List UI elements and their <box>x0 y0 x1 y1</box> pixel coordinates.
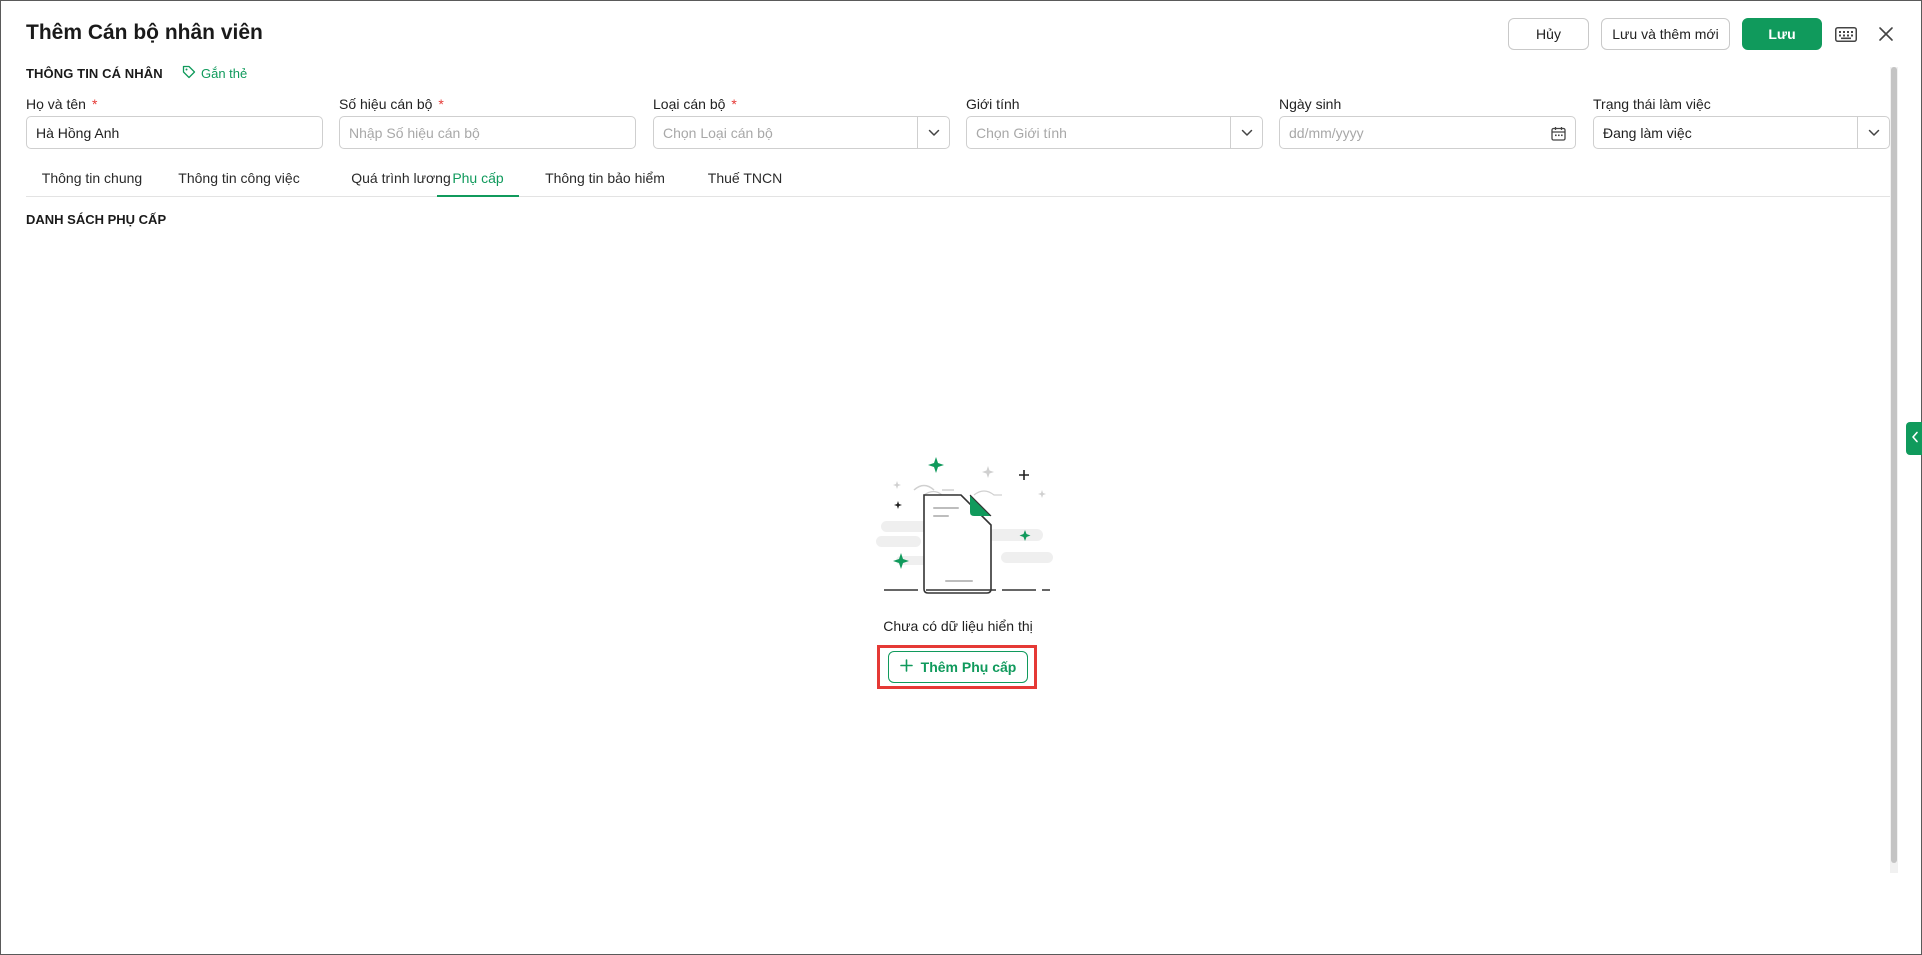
staff-code-input[interactable]: Nhập Số hiệu cán bộ <box>339 116 636 149</box>
allowance-list-title: DANH SÁCH PHỤ CẤP <box>26 212 167 227</box>
dialog-window: Thêm Cán bộ nhân viên Hủy Lưu và thêm mớ… <box>0 0 1922 955</box>
tab-personal-income-tax[interactable]: Thuế TNCN <box>691 166 799 197</box>
empty-state-illustration <box>876 453 1056 598</box>
dob-placeholder: dd/mm/yyyy <box>1289 124 1364 141</box>
staff-code-placeholder: Nhập Số hiệu cán bộ <box>349 124 480 141</box>
field-full-name: Họ và tên * Hà Hồng Anh <box>26 94 323 149</box>
field-gender: Giới tính Chọn Giới tính <box>966 94 1263 149</box>
save-and-new-button[interactable]: Lưu và thêm mới <box>1601 18 1730 50</box>
gender-select[interactable]: Chọn Giới tính <box>966 116 1263 149</box>
add-tag-label: Gắn thẻ <box>201 66 248 81</box>
add-tag-link[interactable]: Gắn thẻ <box>182 65 247 82</box>
dob-label: Ngày sinh <box>1279 96 1342 112</box>
staff-type-select[interactable]: Chọn Loại cán bộ <box>653 116 950 149</box>
save-button[interactable]: Lưu <box>1742 18 1822 50</box>
dob-input[interactable]: dd/mm/yyyy <box>1279 116 1576 149</box>
full-name-value: Hà Hồng Anh <box>36 124 120 141</box>
section-title: THÔNG TIN CÁ NHÂN <box>26 66 163 81</box>
chevron-down-icon[interactable] <box>1857 117 1889 148</box>
field-work-status: Trạng thái làm việc Đang làm việc <box>1593 94 1890 149</box>
chevron-left-icon <box>1911 430 1919 448</box>
dialog-title: Thêm Cán bộ nhân viên <box>26 21 263 44</box>
tab-job-info[interactable]: Thông tin công việc <box>158 166 320 197</box>
field-date-of-birth: Ngày sinh dd/mm/yyyy <box>1279 94 1576 149</box>
calendar-icon[interactable] <box>1549 124 1567 142</box>
field-staff-code: Số hiệu cán bộ * Nhập Số hiệu cán bộ <box>339 94 636 149</box>
staff-code-label: Số hiệu cán bộ <box>339 96 433 112</box>
tag-icon <box>182 65 196 82</box>
tab-general-info[interactable]: Thông tin chung <box>26 166 158 197</box>
field-staff-type: Loại cán bộ * Chọn Loại cán bộ <box>653 94 950 149</box>
keyboard-icon[interactable] <box>1833 23 1859 45</box>
add-allowance-label: Thêm Phụ cấp <box>920 659 1017 675</box>
gender-placeholder: Chọn Giới tính <box>976 124 1067 141</box>
required-mark: * <box>438 96 444 112</box>
plus-icon <box>899 659 913 675</box>
full-name-input[interactable]: Hà Hồng Anh <box>26 116 323 149</box>
tab-bar: Thông tin chung Thông tin công việc Quá … <box>26 166 1890 197</box>
cancel-button[interactable]: Hủy <box>1508 18 1589 50</box>
staff-type-label: Loại cán bộ <box>653 96 726 112</box>
gender-label: Giới tính <box>966 96 1020 112</box>
required-mark: * <box>91 96 98 112</box>
work-status-select[interactable]: Đang làm việc <box>1593 116 1890 149</box>
tab-allowance[interactable]: Phụ cấp <box>437 166 519 197</box>
chevron-down-icon[interactable] <box>917 117 949 148</box>
empty-state-message: Chưa có dữ liệu hiển thị <box>883 618 1033 634</box>
work-status-value: Đang làm việc <box>1603 124 1692 141</box>
add-allowance-button[interactable]: Thêm Phụ cấp <box>888 651 1028 683</box>
close-icon[interactable] <box>1873 21 1899 47</box>
work-status-label: Trạng thái làm việc <box>1593 96 1711 112</box>
side-panel-toggle[interactable] <box>1906 422 1922 455</box>
scrollbar-thumb[interactable] <box>1891 67 1897 863</box>
chevron-down-icon[interactable] <box>1230 117 1262 148</box>
staff-type-placeholder: Chọn Loại cán bộ <box>663 124 773 141</box>
full-name-label: Họ và tên <box>26 96 86 112</box>
required-mark: * <box>731 96 737 112</box>
tab-insurance-info[interactable]: Thông tin bảo hiểm <box>519 166 691 197</box>
